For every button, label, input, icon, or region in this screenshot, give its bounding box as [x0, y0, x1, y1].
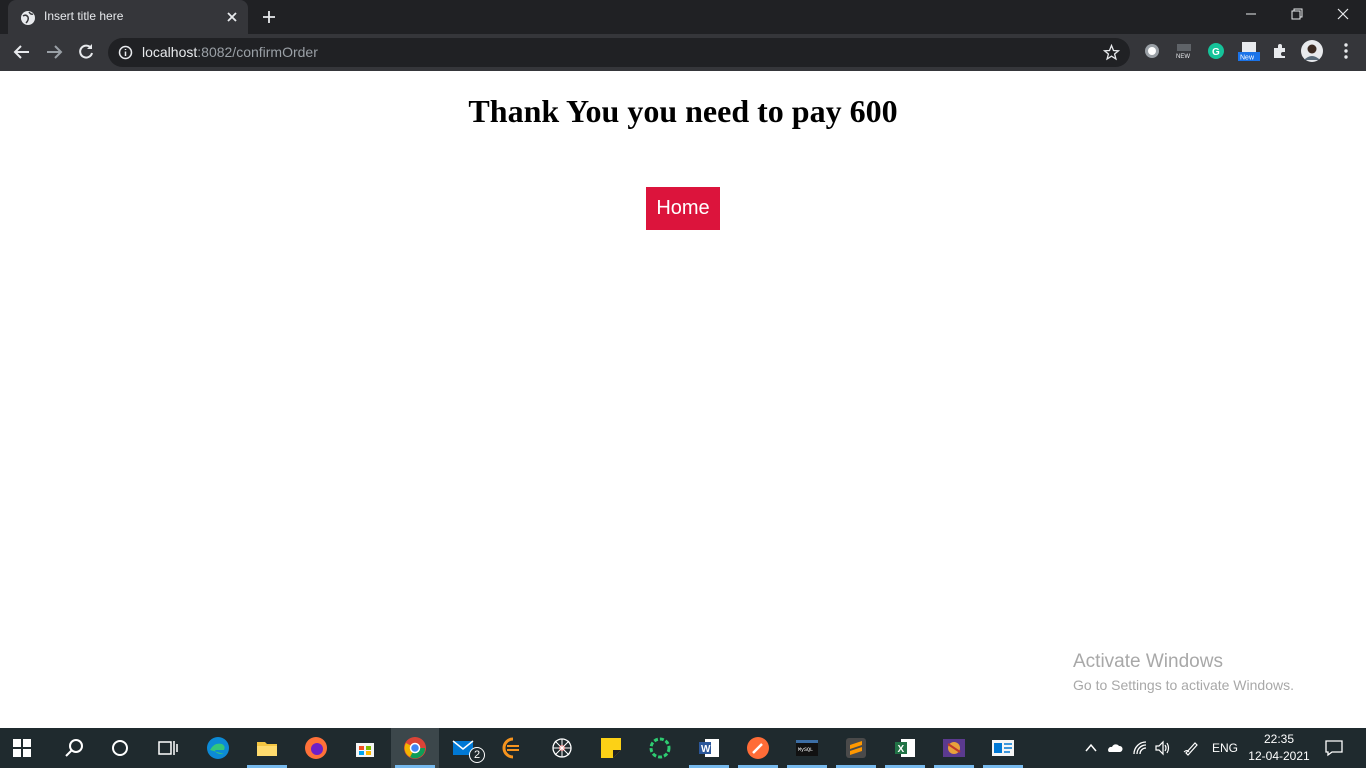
windows-start-icon[interactable] — [12, 738, 32, 758]
file-explorer-icon[interactable] — [255, 736, 279, 760]
watermark-subtitle: Go to Settings to activate Windows. — [1073, 677, 1294, 693]
spider-app-icon[interactable] — [550, 736, 574, 760]
sublime-text-icon[interactable] — [844, 736, 868, 760]
windows-taskbar: 2 W MySQL X ENG 22:35 12-04-2021 — [0, 728, 1366, 768]
tab-title: Insert title here — [44, 9, 124, 23]
grammarly-icon[interactable]: G — [1206, 41, 1226, 61]
address-bar[interactable]: localhost:8082/confirmOrder — [108, 38, 1130, 67]
chrome-icon[interactable] — [403, 736, 427, 760]
onedrive-cloud-icon[interactable] — [1107, 740, 1123, 756]
profile-avatar[interactable] — [1301, 40, 1323, 62]
new-tab-icon[interactable] — [261, 9, 277, 25]
word-icon[interactable]: W — [697, 736, 721, 760]
reload-icon[interactable] — [77, 43, 95, 61]
browser-tab[interactable]: Insert title here — [8, 0, 248, 34]
new-badge-extension-icon[interactable]: New — [1238, 41, 1260, 61]
restore-icon[interactable] — [1290, 7, 1304, 21]
home-button[interactable]: Home — [646, 187, 720, 230]
cortana-icon[interactable] — [108, 736, 132, 760]
mail-badge: 2 — [469, 747, 485, 763]
close-window-icon[interactable] — [1336, 7, 1350, 21]
minimize-icon[interactable] — [1244, 7, 1258, 21]
browser-toolbar: localhost:8082/confirmOrder NEW G New — [0, 34, 1366, 71]
svg-text:G: G — [1212, 47, 1220, 58]
info-icon[interactable] — [118, 45, 133, 60]
system-clock[interactable]: 22:35 12-04-2021 — [1248, 731, 1310, 765]
mysql-terminal-icon[interactable]: MySQL — [795, 736, 819, 760]
microsoft-store-icon[interactable] — [353, 736, 377, 760]
clock-time: 22:35 — [1263, 732, 1295, 746]
volume-icon[interactable] — [1154, 740, 1170, 756]
pen-workspace-icon[interactable] — [1183, 740, 1199, 756]
circular-app-icon[interactable] — [648, 736, 672, 760]
extensions-puzzle-icon[interactable] — [1270, 41, 1290, 61]
game-app-icon[interactable] — [942, 736, 966, 760]
firefox-icon[interactable] — [304, 736, 328, 760]
postman-icon[interactable] — [746, 736, 770, 760]
globe-icon — [21, 11, 35, 25]
edge-browser-icon[interactable] — [206, 736, 230, 760]
url-text: localhost:8082/confirmOrder — [142, 44, 318, 60]
svg-text:W: W — [701, 744, 711, 755]
search-icon[interactable] — [62, 736, 86, 760]
svg-text:NEW: NEW — [1176, 54, 1190, 60]
remote-desktop-icon[interactable] — [991, 736, 1015, 760]
clock-date: 12-04-2021 — [1248, 749, 1310, 763]
page-heading: Thank You you need to pay 600 — [468, 93, 898, 129]
action-center-icon[interactable] — [1325, 739, 1343, 757]
forward-arrow-icon[interactable] — [45, 43, 63, 61]
page-content: Thank You you need to pay 600 Home Activ… — [0, 71, 1366, 728]
record-extension-icon[interactable] — [1142, 41, 1162, 61]
activate-windows-watermark: Activate Windows Go to Settings to activ… — [1073, 651, 1294, 693]
sticky-notes-icon[interactable] — [599, 736, 623, 760]
svg-text:MySQL: MySQL — [798, 747, 813, 753]
input-language[interactable]: ENG — [1212, 741, 1238, 755]
eclipse-ide-icon[interactable] — [501, 736, 525, 760]
new-extension-icon[interactable]: NEW — [1174, 41, 1194, 61]
excel-icon[interactable]: X — [893, 736, 917, 760]
bookmark-star-icon[interactable] — [1103, 44, 1120, 61]
close-tab-icon[interactable] — [224, 9, 240, 25]
wifi-icon[interactable] — [1132, 740, 1148, 756]
browser-tab-strip: Insert title here — [0, 0, 1366, 34]
svg-text:X: X — [898, 744, 905, 755]
task-view-icon[interactable] — [156, 736, 180, 760]
svg-text:New: New — [1240, 55, 1255, 62]
back-arrow-icon[interactable] — [13, 43, 31, 61]
kebab-menu-icon[interactable] — [1336, 41, 1356, 61]
show-hidden-icons-chevron-icon[interactable] — [1083, 740, 1099, 756]
watermark-title: Activate Windows — [1073, 651, 1223, 672]
